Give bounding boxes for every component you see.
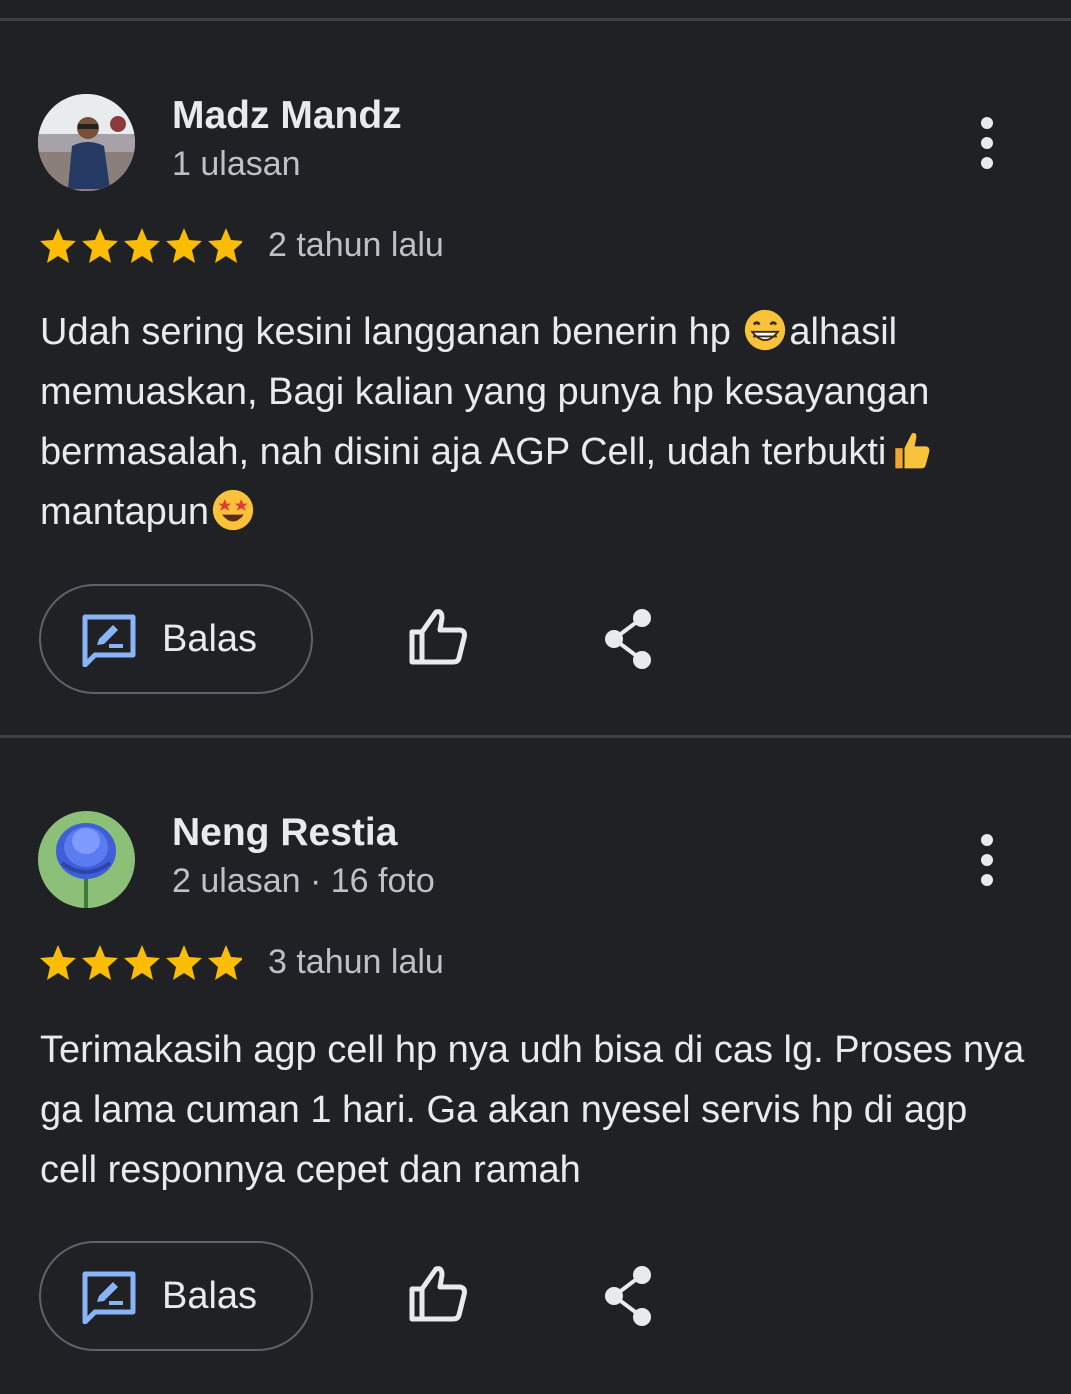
author-meta: 1 ulasan xyxy=(172,145,301,183)
more-vert-icon xyxy=(981,117,993,169)
star-rating xyxy=(38,943,242,983)
avatar[interactable] xyxy=(38,811,135,908)
reviews-list: Madz Mandz 1 ulasan 2 tahun lalu Udah se… xyxy=(0,0,1071,1394)
avatar[interactable] xyxy=(38,94,135,191)
review-text-part: mantapun xyxy=(40,491,210,533)
share-button[interactable] xyxy=(596,606,662,672)
thumbs-up-outline-icon xyxy=(409,1266,467,1322)
thumbs-up-icon xyxy=(895,433,930,469)
reply-button[interactable]: Balas xyxy=(39,584,313,694)
author-name[interactable]: Neng Restia xyxy=(172,811,397,855)
share-icon xyxy=(605,1266,651,1326)
reply-label: Balas xyxy=(162,617,258,660)
top-divider xyxy=(0,18,1071,21)
like-button[interactable] xyxy=(404,604,474,674)
star-rating xyxy=(38,226,242,266)
share-icon xyxy=(605,609,651,669)
review-date: 3 tahun lalu xyxy=(268,943,444,981)
review-text-part: Udah sering kesini langganan benerin hp xyxy=(40,311,742,353)
five-stars-icon xyxy=(40,228,242,263)
more-vert-icon xyxy=(981,834,993,886)
blue-flower-icon xyxy=(38,811,135,908)
star-struck-icon xyxy=(212,489,254,531)
review-text: Udah sering kesini langganan benerin hp … xyxy=(40,302,1030,542)
more-options-button[interactable] xyxy=(960,825,1014,895)
author-meta: 2 ulasan · 16 foto xyxy=(172,862,435,900)
review-date: 2 tahun lalu xyxy=(268,226,444,264)
photo-person-icon xyxy=(38,94,135,191)
review-text: Terimakasih agp cell hp nya udh bisa di … xyxy=(40,1029,1025,1191)
reply-edit-icon xyxy=(82,1271,136,1324)
reply-button[interactable]: Balas xyxy=(39,1241,313,1351)
reply-label: Balas xyxy=(162,1274,258,1317)
review-divider xyxy=(0,735,1071,738)
grinning-face-icon xyxy=(745,309,786,351)
author-name[interactable]: Madz Mandz xyxy=(172,94,402,138)
reply-edit-icon xyxy=(82,614,136,667)
five-stars-icon xyxy=(40,945,242,980)
more-options-button[interactable] xyxy=(960,108,1014,178)
share-button[interactable] xyxy=(596,1263,662,1329)
like-button[interactable] xyxy=(404,1261,474,1331)
thumbs-up-outline-icon xyxy=(409,609,467,665)
